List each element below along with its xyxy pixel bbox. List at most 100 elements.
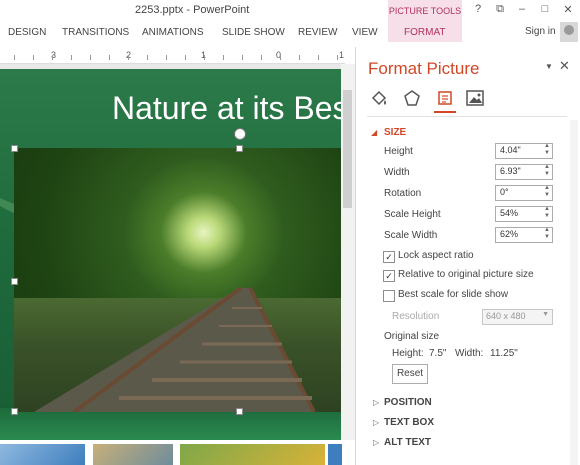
ruler-tick (147, 55, 148, 60)
ruler-tick (14, 55, 15, 60)
rotation-label: Rotation (384, 188, 422, 199)
rotate-handle[interactable] (234, 128, 246, 140)
original-height-label: Height: (392, 348, 424, 359)
ruler-tick (109, 55, 110, 60)
fill-line-icon[interactable] (369, 88, 389, 108)
original-width-label: Width: (455, 348, 484, 359)
lock-aspect-label[interactable]: Lock aspect ratio (398, 250, 474, 261)
spin-arrows-icon[interactable]: ▲ ▼ (544, 185, 550, 199)
scale-width-value: 62% (500, 229, 519, 239)
ruler-tick (185, 55, 186, 60)
spin-arrows-icon[interactable]: ▲ ▼ (544, 164, 550, 178)
width-field[interactable]: 6.93" ▲ ▼ (495, 164, 553, 180)
tab-slide-show[interactable]: SLIDE SHOW (222, 27, 285, 38)
section-position-header[interactable]: POSITION (384, 397, 432, 408)
resize-handle-left[interactable] (11, 278, 18, 285)
maximize-button[interactable]: □ (537, 3, 553, 17)
scale-height-field[interactable]: 54% ▲ ▼ (495, 206, 553, 222)
relative-original-label[interactable]: Relative to original picture size (398, 269, 534, 280)
scale-height-label: Scale Height (384, 209, 441, 220)
minimize-button[interactable]: – (514, 3, 530, 17)
resolution-value: 640 x 480 (486, 311, 526, 321)
ruler-tick (318, 55, 319, 60)
best-scale-checkbox[interactable] (383, 290, 395, 302)
pane-options-icon[interactable]: ▼ (545, 62, 553, 71)
slide-thumbnail[interactable] (328, 444, 342, 465)
rotation-field[interactable]: 0° ▲ ▼ (495, 185, 553, 201)
slide-thumbnail[interactable] (180, 444, 325, 465)
ruler-number: 1 (339, 50, 345, 60)
tab-view[interactable]: VIEW (352, 27, 378, 38)
ruler-tick (242, 55, 243, 60)
slide-thumbnail[interactable] (0, 444, 85, 465)
expand-arrow-icon[interactable]: ▷ (373, 418, 379, 427)
pane-title: Format Picture (368, 59, 480, 78)
size-properties-icon[interactable] (435, 88, 455, 108)
resolution-label: Resolution (392, 311, 440, 322)
slide-thumbnail[interactable] (93, 444, 173, 465)
spin-arrows-icon[interactable]: ▲ ▼ (544, 227, 550, 241)
avatar[interactable] (560, 22, 578, 42)
original-width-value: 11.25" (490, 348, 518, 359)
resize-handle-bottom-left[interactable] (11, 408, 18, 415)
ruler-tick (166, 55, 167, 60)
ruler-tick (128, 55, 129, 60)
close-button[interactable]: ✕ (560, 3, 576, 17)
expand-arrow-icon[interactable]: ▷ (373, 438, 379, 447)
chevron-down-icon: ▼ (542, 311, 549, 318)
original-size-label: Original size (384, 331, 440, 342)
scale-height-value: 54% (500, 208, 519, 218)
pane-scrollbar[interactable] (570, 120, 578, 465)
collapse-arrow-icon[interactable]: ◢ (371, 128, 377, 137)
reset-button[interactable]: Reset (392, 364, 428, 384)
picture-tools-label: PICTURE TOOLS (388, 6, 462, 16)
section-text-box-header[interactable]: TEXT BOX (384, 417, 434, 428)
ruler-tick (280, 55, 281, 60)
ruler-tick (261, 55, 262, 60)
scale-width-label: Scale Width (384, 230, 438, 241)
height-label: Height (384, 146, 413, 157)
tab-design[interactable]: DESIGN (8, 27, 46, 38)
tab-review[interactable]: REVIEW (298, 27, 337, 38)
slide-footer-band (0, 408, 341, 440)
ruler-tick (299, 55, 300, 60)
ribbon-display-icon[interactable]: ⧉ (492, 3, 508, 17)
resolution-select[interactable]: 640 x 480 ▼ (482, 309, 553, 325)
lock-aspect-checkbox[interactable]: ✓ (383, 251, 395, 263)
height-field[interactable]: 4.04" ▲ ▼ (495, 143, 553, 159)
scale-width-field[interactable]: 62% ▲ ▼ (495, 227, 553, 243)
ruler-tick (71, 55, 72, 60)
section-alt-text-header[interactable]: ALT TEXT (384, 437, 431, 448)
relative-original-checkbox[interactable]: ✓ (383, 270, 395, 282)
effects-icon[interactable] (402, 88, 422, 108)
document-title: 2253.pptx - PowerPoint (135, 4, 250, 16)
railway-track-graphic (34, 286, 316, 412)
ruler-tick (90, 55, 91, 60)
resize-handle-top[interactable] (236, 145, 243, 152)
pane-divider (367, 116, 567, 117)
tab-format[interactable]: FORMAT (404, 27, 445, 38)
resize-handle-top-left[interactable] (11, 145, 18, 152)
picture-icon[interactable] (465, 88, 485, 108)
original-height-value: 7.5" (429, 348, 447, 359)
tab-animations[interactable]: ANIMATIONS (142, 27, 203, 38)
best-scale-label[interactable]: Best scale for slide show (398, 289, 508, 300)
spin-arrows-icon[interactable]: ▲ ▼ (544, 206, 550, 220)
tab-transitions[interactable]: TRANSITIONS (62, 27, 129, 38)
active-icon-indicator (434, 111, 456, 113)
spin-arrows-icon[interactable]: ▲ ▼ (544, 143, 550, 157)
help-icon[interactable]: ? (470, 3, 486, 17)
sign-in-link[interactable]: Sign in (525, 26, 556, 37)
selected-picture[interactable] (14, 148, 341, 412)
expand-arrow-icon[interactable]: ▷ (373, 398, 379, 407)
slide-scrollbar-thumb[interactable] (343, 90, 352, 208)
ruler-tick (33, 55, 34, 60)
section-size-header[interactable]: SIZE (384, 127, 406, 138)
ruler-tick (204, 55, 205, 60)
ruler-tick (337, 55, 338, 60)
slide-title[interactable]: Nature at its Best (112, 90, 357, 127)
pane-close-button[interactable]: ✕ (559, 58, 570, 74)
ruler-tick (223, 55, 224, 60)
resize-handle-bottom[interactable] (236, 408, 243, 415)
height-value: 4.04" (500, 145, 521, 155)
